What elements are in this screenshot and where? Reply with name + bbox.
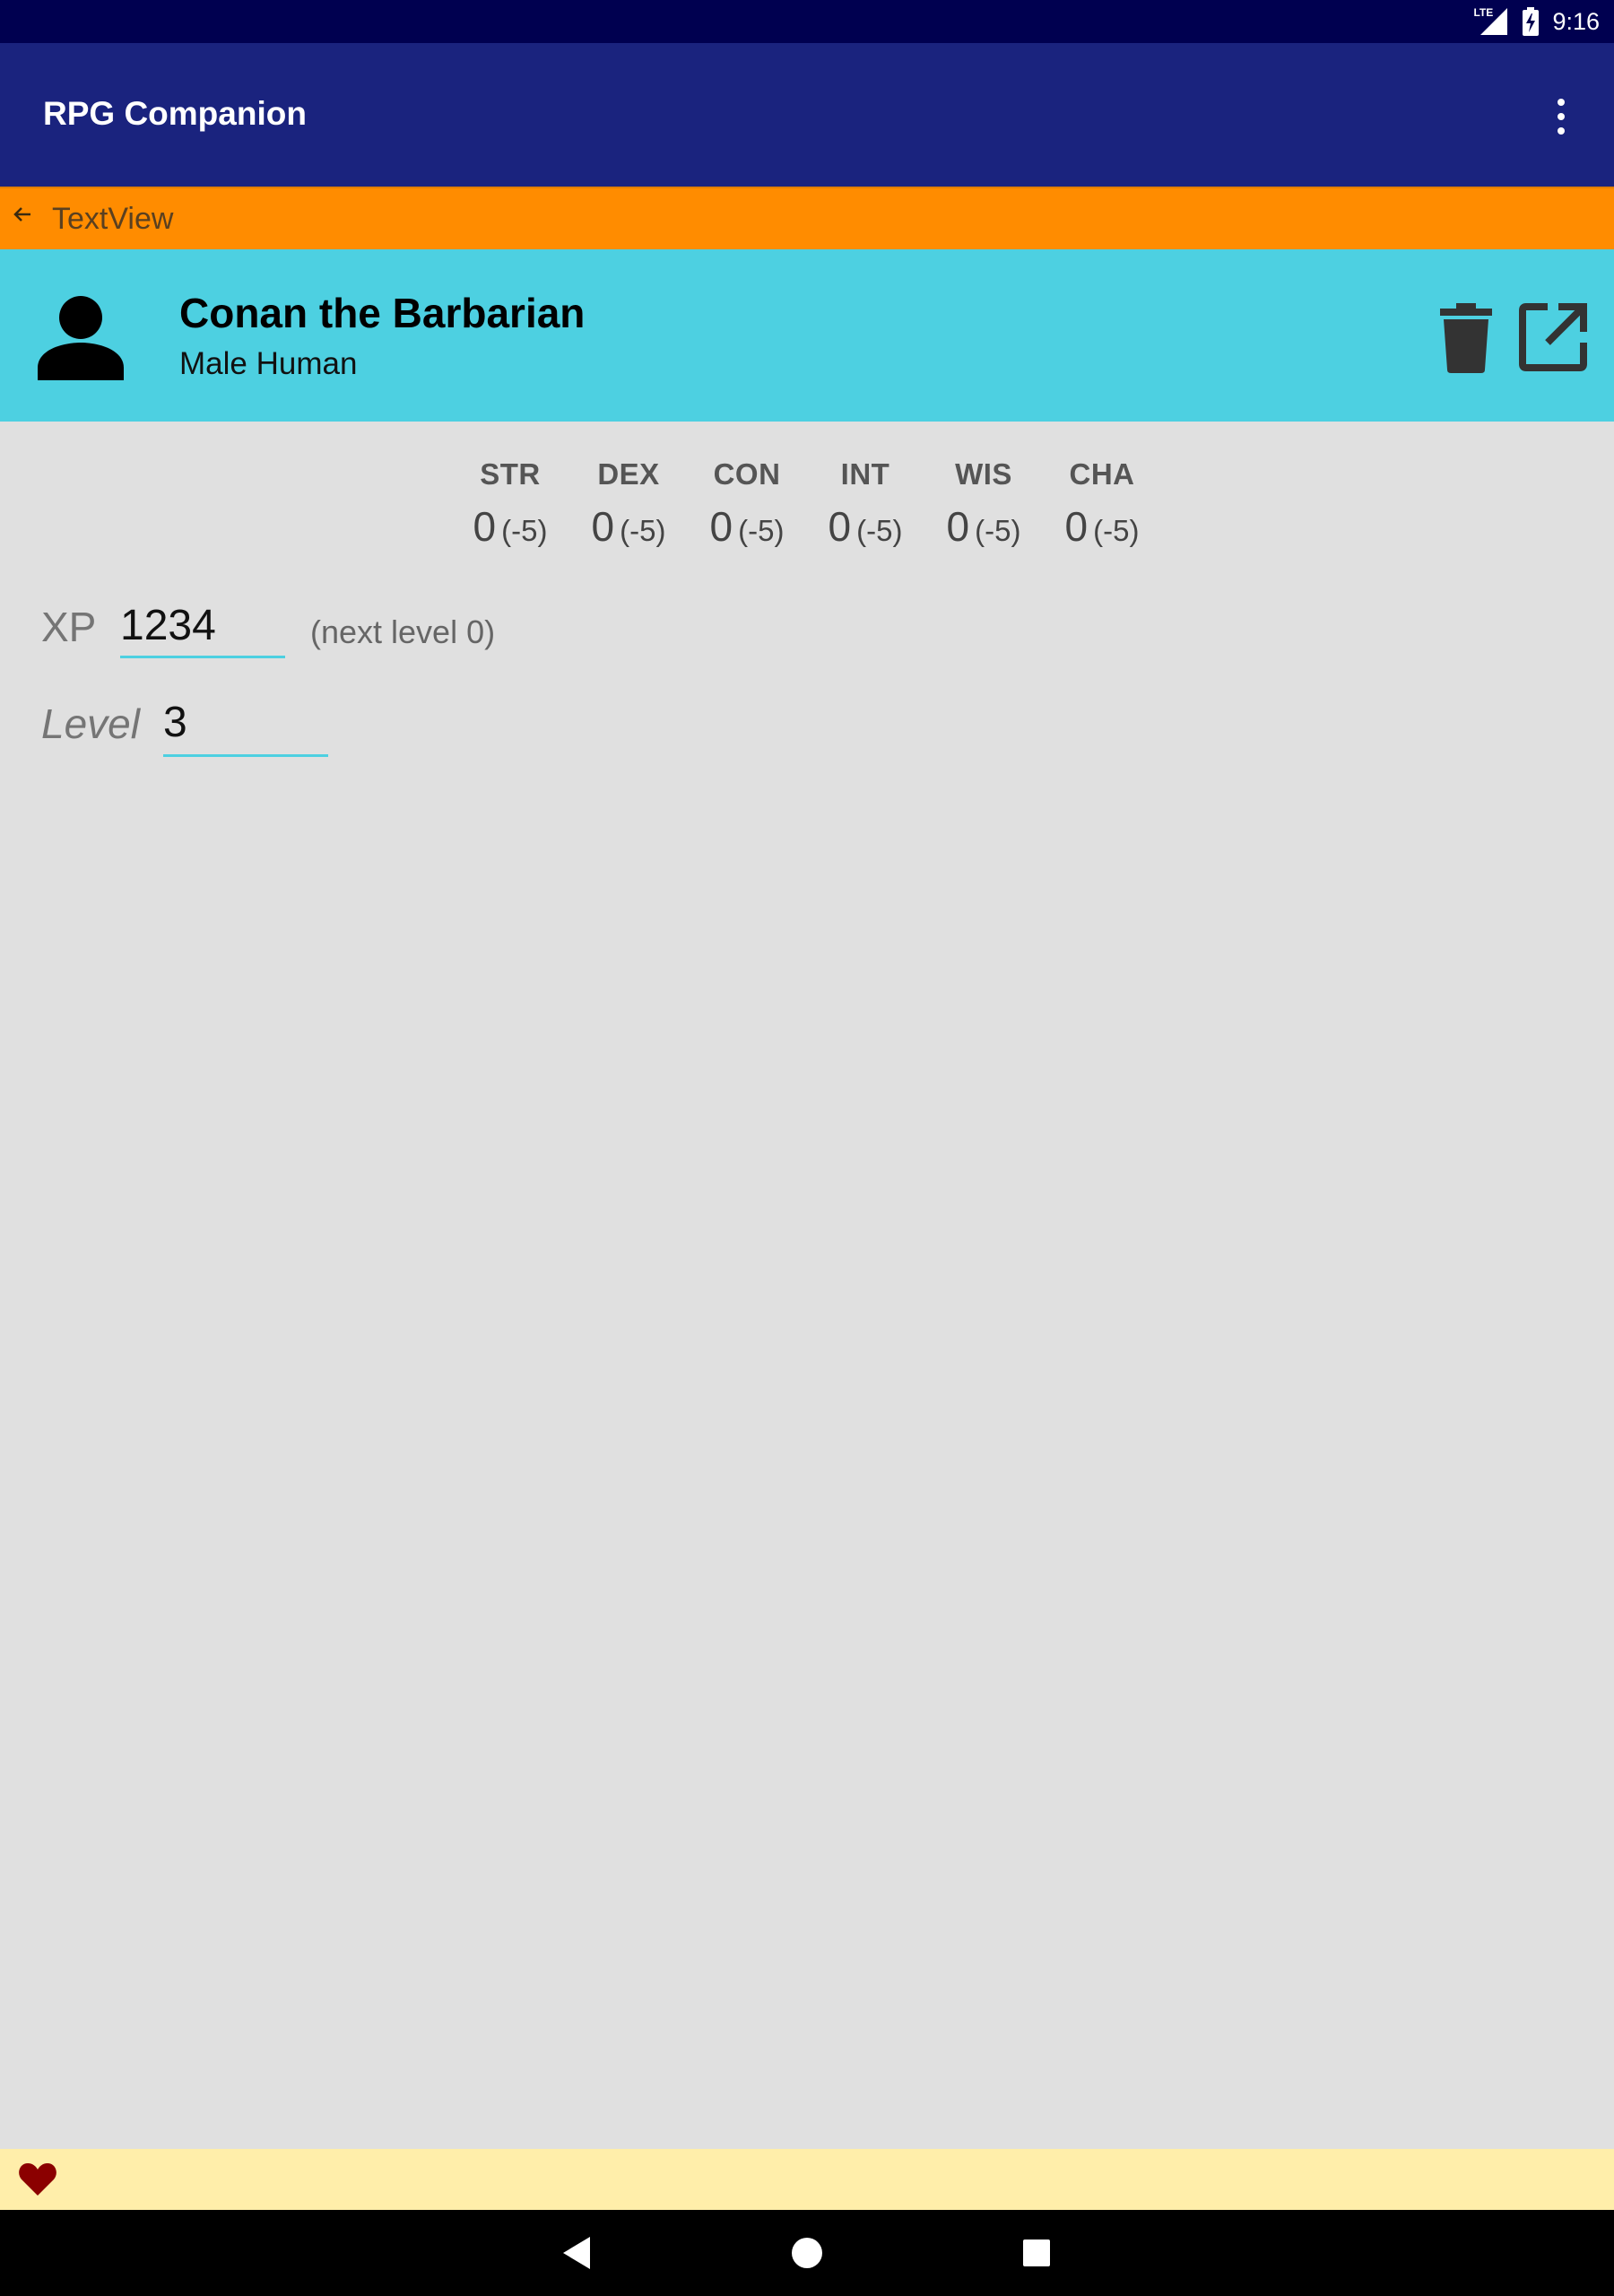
nav-recents-icon[interactable] (1015, 2231, 1058, 2274)
stat-modifier: (-5) (620, 514, 666, 547)
stat-modifier: (-5) (501, 514, 548, 547)
open-in-new-icon[interactable] (1517, 301, 1589, 373)
character-subtitle: Male Human (179, 346, 358, 381)
stat-int: INT 0 (-5) (806, 457, 924, 551)
xp-label: XP (41, 604, 97, 650)
nav-back-icon[interactable] (556, 2231, 599, 2274)
stat-cha: CHA 0 (-5) (1043, 457, 1161, 551)
xp-field[interactable]: 1234 (120, 596, 285, 658)
stat-label: CHA (1069, 457, 1135, 491)
stat-label: WIS (955, 457, 1012, 491)
xp-value[interactable]: 1234 (120, 601, 216, 650)
stat-modifier: (-5) (975, 514, 1021, 547)
system-nav-bar (0, 2210, 1614, 2296)
battery-charging-icon (1522, 7, 1540, 36)
status-time: 9:16 (1552, 7, 1600, 35)
person-icon (36, 291, 126, 380)
level-label: Level (41, 700, 140, 747)
lte-signal-icon: LTE (1473, 6, 1509, 37)
stat-label: INT (840, 457, 890, 491)
stat-con: CON 0 (-5) (688, 457, 806, 551)
heart-icon[interactable] (18, 2161, 57, 2197)
stat-modifier: (-5) (856, 514, 903, 547)
arrow-back-icon[interactable] (11, 203, 34, 233)
breadcrumb-label[interactable]: TextView (52, 202, 173, 237)
next-level-text: (next level 0) (310, 613, 496, 650)
stat-modifier: (-5) (738, 514, 785, 547)
stat-label: DEX (597, 457, 660, 491)
status-bar: LTE 9:16 (0, 0, 1614, 43)
stat-value: 0 (591, 503, 615, 550)
ability-scores: STR 0 (-5) DEX 0 (-5) CON 0 (-5) INT 0 (-5) … (0, 457, 1614, 565)
character-name: Conan the Barbarian (179, 290, 586, 336)
trash-icon[interactable] (1435, 301, 1497, 373)
stat-value: 0 (828, 503, 852, 550)
network-label: LTE (1473, 6, 1494, 19)
stat-value: 0 (709, 503, 733, 550)
app-title: RPG Companion (43, 95, 307, 132)
stat-modifier: (-5) (1093, 514, 1140, 547)
stat-wis: WIS 0 (-5) (924, 457, 1043, 551)
stat-str: STR 0 (-5) (451, 457, 569, 551)
stat-value: 0 (946, 503, 970, 550)
app-bar: RPG Companion (0, 43, 1614, 187)
stat-value: 0 (473, 503, 497, 550)
stat-value: 0 (1064, 503, 1089, 550)
bottom-banner (0, 2149, 1614, 2210)
more-vert-icon[interactable] (1548, 99, 1575, 135)
stat-dex: DEX 0 (-5) (569, 457, 688, 551)
stat-label: CON (713, 457, 781, 491)
stat-label: STR (480, 457, 541, 491)
level-field[interactable]: 3 (163, 692, 328, 757)
breadcrumb-bar: TextView (0, 187, 1614, 249)
character-header: Conan the Barbarian Male Human (0, 249, 1614, 422)
nav-home-icon[interactable] (785, 2231, 829, 2274)
level-value[interactable]: 3 (163, 698, 187, 747)
